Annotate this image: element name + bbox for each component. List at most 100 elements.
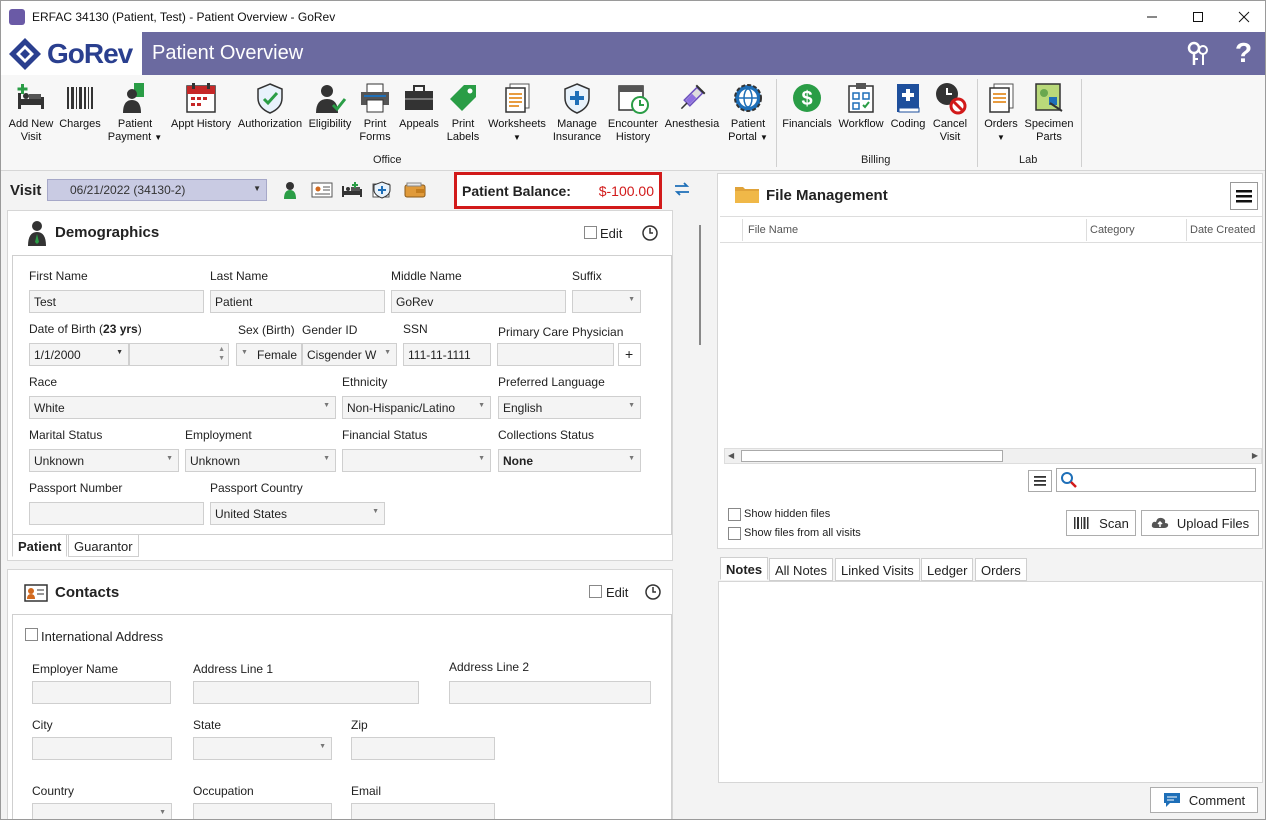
- ribbon-separator: [776, 79, 777, 167]
- visit-select[interactable]: 06/21/2022 (34130-2) ▼: [47, 179, 267, 201]
- cancel-visit-button[interactable]: Cancel Visit: [929, 81, 971, 144]
- ribbon-separator: [977, 79, 978, 167]
- sex-select[interactable]: ▼ Female: [236, 343, 302, 366]
- dob-label: Date of Birth (23 yrs): [29, 322, 142, 336]
- print-labels-button[interactable]: Print Labels: [443, 81, 483, 144]
- tab-all-notes[interactable]: All Notes: [769, 558, 834, 581]
- worksheets-button[interactable]: Worksheets ▼: [485, 81, 549, 144]
- keys-icon[interactable]: [1185, 41, 1211, 70]
- ethnicity-select[interactable]: Non-Hispanic/Latino ▼: [342, 396, 491, 419]
- passport-number-field[interactable]: [29, 502, 204, 525]
- help-icon[interactable]: ?: [1235, 37, 1252, 69]
- scroll-right-icon[interactable]: ▶: [1252, 451, 1258, 460]
- workflow-button[interactable]: Workflow: [835, 81, 887, 131]
- insurance-icon[interactable]: [371, 181, 393, 202]
- list-options-button[interactable]: [1028, 470, 1052, 492]
- marital-select[interactable]: Unknown ▼: [29, 449, 179, 472]
- city-field[interactable]: [32, 737, 172, 760]
- wallet-icon[interactable]: [404, 181, 426, 202]
- race-label: Race: [29, 375, 58, 389]
- language-select[interactable]: English ▼: [498, 396, 641, 419]
- patient-payment-button[interactable]: Patient Payment ▼: [105, 81, 165, 144]
- demographics-edit-checkbox[interactable]: [584, 226, 597, 239]
- middle-name-field[interactable]: GoRev: [391, 290, 566, 313]
- dob-field[interactable]: 1/1/2000 ▼: [29, 343, 129, 366]
- authorization-button[interactable]: Authorization: [237, 81, 303, 131]
- anesthesia-button[interactable]: Anesthesia: [663, 81, 721, 131]
- print-forms-button[interactable]: Print Forms: [355, 81, 395, 144]
- email-label: Email: [351, 784, 382, 798]
- tab-notes[interactable]: Notes: [720, 557, 769, 580]
- hscroll-thumb[interactable]: [741, 450, 1003, 462]
- id-card-icon[interactable]: [311, 181, 333, 202]
- employment-select[interactable]: Unknown ▼: [185, 449, 336, 472]
- international-address-checkbox[interactable]: [25, 628, 38, 641]
- minimize-button[interactable]: [1129, 1, 1175, 32]
- tab-patient[interactable]: Patient: [12, 534, 68, 557]
- state-select[interactable]: ▼: [193, 737, 332, 760]
- pcp-add-button[interactable]: +: [618, 343, 641, 366]
- add-new-visit-button[interactable]: Add New Visit: [7, 81, 55, 144]
- comment-button[interactable]: Comment: [1150, 787, 1258, 813]
- financial-status-select[interactable]: ▼: [342, 449, 491, 472]
- appeals-button[interactable]: Appeals: [397, 81, 441, 131]
- tab-orders[interactable]: Orders: [975, 558, 1027, 581]
- occupation-field[interactable]: [193, 803, 332, 819]
- specimen-parts-button[interactable]: Specimen Parts: [1023, 81, 1075, 144]
- maximize-button[interactable]: [1175, 1, 1221, 32]
- contacts-edit-checkbox[interactable]: [589, 585, 602, 598]
- orders-button[interactable]: Orders ▼: [981, 81, 1021, 144]
- suffix-select[interactable]: ▼: [572, 290, 641, 313]
- gender-select[interactable]: Cisgender W ▼: [302, 343, 397, 366]
- pcp-field[interactable]: [497, 343, 614, 366]
- scrollbar-thumb[interactable]: [699, 225, 701, 345]
- tab-guarantor[interactable]: Guarantor: [68, 534, 139, 557]
- col-date-created[interactable]: Date Created: [1190, 224, 1255, 236]
- col-file-name[interactable]: File Name: [748, 224, 798, 236]
- upload-files-button[interactable]: Upload Files: [1141, 510, 1259, 536]
- coding-button[interactable]: Coding: [887, 81, 929, 131]
- encounter-history-button[interactable]: Encounter History: [605, 81, 661, 144]
- close-button[interactable]: [1221, 1, 1265, 32]
- scan-button[interactable]: Scan: [1066, 510, 1136, 536]
- file-grid-hscrollbar[interactable]: ◀ ▶: [724, 448, 1262, 464]
- time-spinner[interactable]: ▲ ▼: [129, 343, 229, 366]
- email-field[interactable]: [351, 803, 495, 819]
- file-menu-button[interactable]: [1230, 182, 1258, 210]
- ssn-field[interactable]: 111-11-1111: [403, 343, 491, 366]
- tab-linked-visits[interactable]: Linked Visits: [835, 558, 920, 581]
- charges-button[interactable]: Charges: [57, 81, 103, 131]
- patient-portal-button[interactable]: Patient Portal ▼: [723, 81, 773, 144]
- history-clock-icon[interactable]: [644, 583, 662, 604]
- bed-icon[interactable]: [341, 181, 363, 202]
- zip-field[interactable]: [351, 737, 495, 760]
- collections-select[interactable]: None ▼: [498, 449, 641, 472]
- page-title: Patient Overview: [152, 42, 304, 64]
- manage-insurance-button[interactable]: Manage Insurance: [551, 81, 603, 144]
- show-all-visits-checkbox[interactable]: [728, 527, 741, 540]
- history-clock-icon[interactable]: [641, 224, 659, 245]
- appt-history-button[interactable]: Appt History: [169, 81, 233, 131]
- middle-name-label: Middle Name: [391, 269, 462, 283]
- address-line-1-field[interactable]: [193, 681, 419, 704]
- passport-country-select[interactable]: United States ▼: [210, 502, 385, 525]
- tab-ledger[interactable]: Ledger: [921, 558, 974, 581]
- refresh-icon[interactable]: [672, 180, 692, 201]
- address-line-2-field[interactable]: [449, 681, 651, 704]
- scroll-left-icon[interactable]: ◀: [728, 451, 734, 460]
- col-category[interactable]: Category: [1090, 224, 1135, 236]
- left-scrollbar[interactable]: [694, 217, 706, 819]
- eligibility-button[interactable]: Eligibility: [307, 81, 353, 131]
- last-name-field[interactable]: Patient: [210, 290, 385, 313]
- file-search-input[interactable]: [1056, 468, 1256, 492]
- patient-icon[interactable]: [281, 181, 299, 202]
- show-all-visits-label: Show files from all visits: [744, 527, 861, 539]
- financials-button[interactable]: $ Financials: [781, 81, 833, 131]
- tag-icon: [450, 85, 476, 111]
- race-select[interactable]: White ▼: [29, 396, 336, 419]
- dollar-icon: $: [793, 84, 821, 112]
- country-select[interactable]: ▼: [32, 803, 172, 819]
- first-name-field[interactable]: Test: [29, 290, 204, 313]
- show-hidden-checkbox[interactable]: [728, 508, 741, 521]
- employer-name-field[interactable]: [32, 681, 171, 704]
